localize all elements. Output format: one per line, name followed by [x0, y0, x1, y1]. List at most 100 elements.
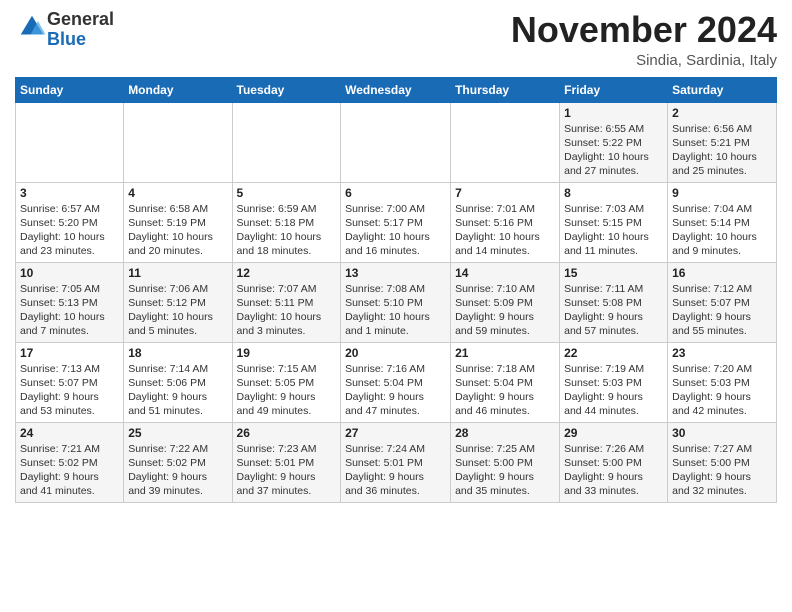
day-number: 20	[345, 346, 446, 360]
day-cell	[124, 102, 232, 182]
day-cell: 30Sunrise: 7:27 AM Sunset: 5:00 PM Dayli…	[668, 422, 777, 502]
col-tuesday: Tuesday	[232, 77, 341, 102]
day-cell: 11 Sunrise: 7:06 AM Sunset: 5:12 PM Dayli…	[124, 262, 232, 342]
day-cell: 12 Sunrise: 7:07 AM Sunset: 5:11 PM Dayli…	[232, 262, 341, 342]
day-number: 16	[672, 266, 772, 280]
day-number: 13	[345, 266, 446, 280]
day-info: Sunrise: 6:58 AM Sunset: 5:19 PM Dayligh…	[128, 202, 227, 259]
day-info: Sunrise: 7:15 AM Sunset: 5:05 PM Dayligh…	[237, 362, 337, 419]
day-number: 22	[564, 346, 663, 360]
day-cell: 7 Sunrise: 7:01 AM Sunset: 5:16 PM Daylig…	[451, 182, 560, 262]
day-number: 9	[672, 186, 772, 200]
page: General Blue November 2024 Sindia, Sardi…	[0, 0, 792, 612]
calendar-header-row: Sunday Monday Tuesday Wednesday Thursday…	[16, 77, 777, 102]
day-cell: 1Sunrise: 6:55 AM Sunset: 5:22 PM Daylig…	[560, 102, 668, 182]
day-cell: 2Sunrise: 6:56 AM Sunset: 5:21 PM Daylig…	[668, 102, 777, 182]
day-info: Sunrise: 7:10 AM Sunset: 5:09 PM Dayligh…	[455, 282, 555, 339]
day-info: Sunrise: 7:14 AM Sunset: 5:06 PM Dayligh…	[128, 362, 227, 419]
day-cell: 21 Sunrise: 7:18 AM Sunset: 5:04 PM Dayli…	[451, 342, 560, 422]
day-number: 4	[128, 186, 227, 200]
day-number: 12	[237, 266, 337, 280]
col-wednesday: Wednesday	[341, 77, 451, 102]
week-row-4: 17Sunrise: 7:13 AM Sunset: 5:07 PM Dayli…	[16, 342, 777, 422]
day-cell: 29 Sunrise: 7:26 AM Sunset: 5:00 PM Dayli…	[560, 422, 668, 502]
day-info: Sunrise: 7:23 AM Sunset: 5:01 PM Dayligh…	[237, 442, 337, 499]
day-cell	[232, 102, 341, 182]
day-cell: 3 Sunrise: 6:57 AM Sunset: 5:20 PM Daylig…	[16, 182, 124, 262]
day-cell: 19 Sunrise: 7:15 AM Sunset: 5:05 PM Dayli…	[232, 342, 341, 422]
week-row-2: 3 Sunrise: 6:57 AM Sunset: 5:20 PM Daylig…	[16, 182, 777, 262]
day-cell: 8 Sunrise: 7:03 AM Sunset: 5:15 PM Daylig…	[560, 182, 668, 262]
day-number: 24	[20, 426, 119, 440]
title-block: November 2024 Sindia, Sardinia, Italy	[511, 10, 777, 69]
week-row-1: 1Sunrise: 6:55 AM Sunset: 5:22 PM Daylig…	[16, 102, 777, 182]
day-number: 2	[672, 106, 772, 120]
day-cell: 14 Sunrise: 7:10 AM Sunset: 5:09 PM Dayli…	[451, 262, 560, 342]
header: General Blue November 2024 Sindia, Sardi…	[15, 10, 777, 69]
day-cell: 13Sunrise: 7:08 AM Sunset: 5:10 PM Dayli…	[341, 262, 451, 342]
day-number: 8	[564, 186, 663, 200]
day-cell: 15 Sunrise: 7:11 AM Sunset: 5:08 PM Dayli…	[560, 262, 668, 342]
day-number: 6	[345, 186, 446, 200]
day-number: 27	[345, 426, 446, 440]
day-cell: 9Sunrise: 7:04 AM Sunset: 5:14 PM Daylig…	[668, 182, 777, 262]
day-cell	[16, 102, 124, 182]
day-cell: 20Sunrise: 7:16 AM Sunset: 5:04 PM Dayli…	[341, 342, 451, 422]
day-number: 5	[237, 186, 337, 200]
day-number: 26	[237, 426, 337, 440]
day-cell: 4 Sunrise: 6:58 AM Sunset: 5:19 PM Daylig…	[124, 182, 232, 262]
day-cell	[341, 102, 451, 182]
day-info: Sunrise: 7:22 AM Sunset: 5:02 PM Dayligh…	[128, 442, 227, 499]
day-cell: 16 Sunrise: 7:12 AM Sunset: 5:07 PM Dayli…	[668, 262, 777, 342]
day-cell	[451, 102, 560, 182]
day-cell: 22 Sunrise: 7:19 AM Sunset: 5:03 PM Dayli…	[560, 342, 668, 422]
day-number: 29	[564, 426, 663, 440]
day-info: Sunrise: 7:07 AM Sunset: 5:11 PM Dayligh…	[237, 282, 337, 339]
week-row-5: 24 Sunrise: 7:21 AM Sunset: 5:02 PM Dayli…	[16, 422, 777, 502]
day-info: Sunrise: 6:57 AM Sunset: 5:20 PM Dayligh…	[20, 202, 119, 259]
day-info: Sunrise: 7:05 AM Sunset: 5:13 PM Dayligh…	[20, 282, 119, 339]
week-row-3: 10 Sunrise: 7:05 AM Sunset: 5:13 PM Dayli…	[16, 262, 777, 342]
day-info: Sunrise: 7:19 AM Sunset: 5:03 PM Dayligh…	[564, 362, 663, 419]
logo: General Blue	[15, 10, 114, 50]
day-cell: 27 Sunrise: 7:24 AM Sunset: 5:01 PM Dayli…	[341, 422, 451, 502]
col-sunday: Sunday	[16, 77, 124, 102]
day-info: Sunrise: 7:01 AM Sunset: 5:16 PM Dayligh…	[455, 202, 555, 259]
day-cell: 10 Sunrise: 7:05 AM Sunset: 5:13 PM Dayli…	[16, 262, 124, 342]
day-number: 15	[564, 266, 663, 280]
day-info: Sunrise: 7:25 AM Sunset: 5:00 PM Dayligh…	[455, 442, 555, 499]
col-monday: Monday	[124, 77, 232, 102]
day-info: Sunrise: 7:18 AM Sunset: 5:04 PM Dayligh…	[455, 362, 555, 419]
col-saturday: Saturday	[668, 77, 777, 102]
day-cell: 24 Sunrise: 7:21 AM Sunset: 5:02 PM Dayli…	[16, 422, 124, 502]
day-number: 23	[672, 346, 772, 360]
day-info: Sunrise: 7:11 AM Sunset: 5:08 PM Dayligh…	[564, 282, 663, 339]
day-cell: 17Sunrise: 7:13 AM Sunset: 5:07 PM Dayli…	[16, 342, 124, 422]
day-info: Sunrise: 7:06 AM Sunset: 5:12 PM Dayligh…	[128, 282, 227, 339]
day-number: 14	[455, 266, 555, 280]
day-number: 25	[128, 426, 227, 440]
day-number: 10	[20, 266, 119, 280]
logo-blue-text: Blue	[47, 29, 86, 49]
day-number: 21	[455, 346, 555, 360]
day-number: 18	[128, 346, 227, 360]
day-info: Sunrise: 7:26 AM Sunset: 5:00 PM Dayligh…	[564, 442, 663, 499]
day-number: 17	[20, 346, 119, 360]
day-cell: 18 Sunrise: 7:14 AM Sunset: 5:06 PM Dayli…	[124, 342, 232, 422]
day-info: Sunrise: 7:24 AM Sunset: 5:01 PM Dayligh…	[345, 442, 446, 499]
day-number: 3	[20, 186, 119, 200]
day-number: 19	[237, 346, 337, 360]
day-cell: 28Sunrise: 7:25 AM Sunset: 5:00 PM Dayli…	[451, 422, 560, 502]
day-number: 7	[455, 186, 555, 200]
day-cell: 25 Sunrise: 7:22 AM Sunset: 5:02 PM Dayli…	[124, 422, 232, 502]
day-number: 1	[564, 106, 663, 120]
month-title: November 2024	[511, 10, 777, 50]
day-info: Sunrise: 7:21 AM Sunset: 5:02 PM Dayligh…	[20, 442, 119, 499]
day-number: 11	[128, 266, 227, 280]
day-info: Sunrise: 7:03 AM Sunset: 5:15 PM Dayligh…	[564, 202, 663, 259]
day-info: Sunrise: 6:59 AM Sunset: 5:18 PM Dayligh…	[237, 202, 337, 259]
day-info: Sunrise: 7:12 AM Sunset: 5:07 PM Dayligh…	[672, 282, 772, 339]
calendar-table: Sunday Monday Tuesday Wednesday Thursday…	[15, 77, 777, 503]
day-cell: 6Sunrise: 7:00 AM Sunset: 5:17 PM Daylig…	[341, 182, 451, 262]
col-friday: Friday	[560, 77, 668, 102]
